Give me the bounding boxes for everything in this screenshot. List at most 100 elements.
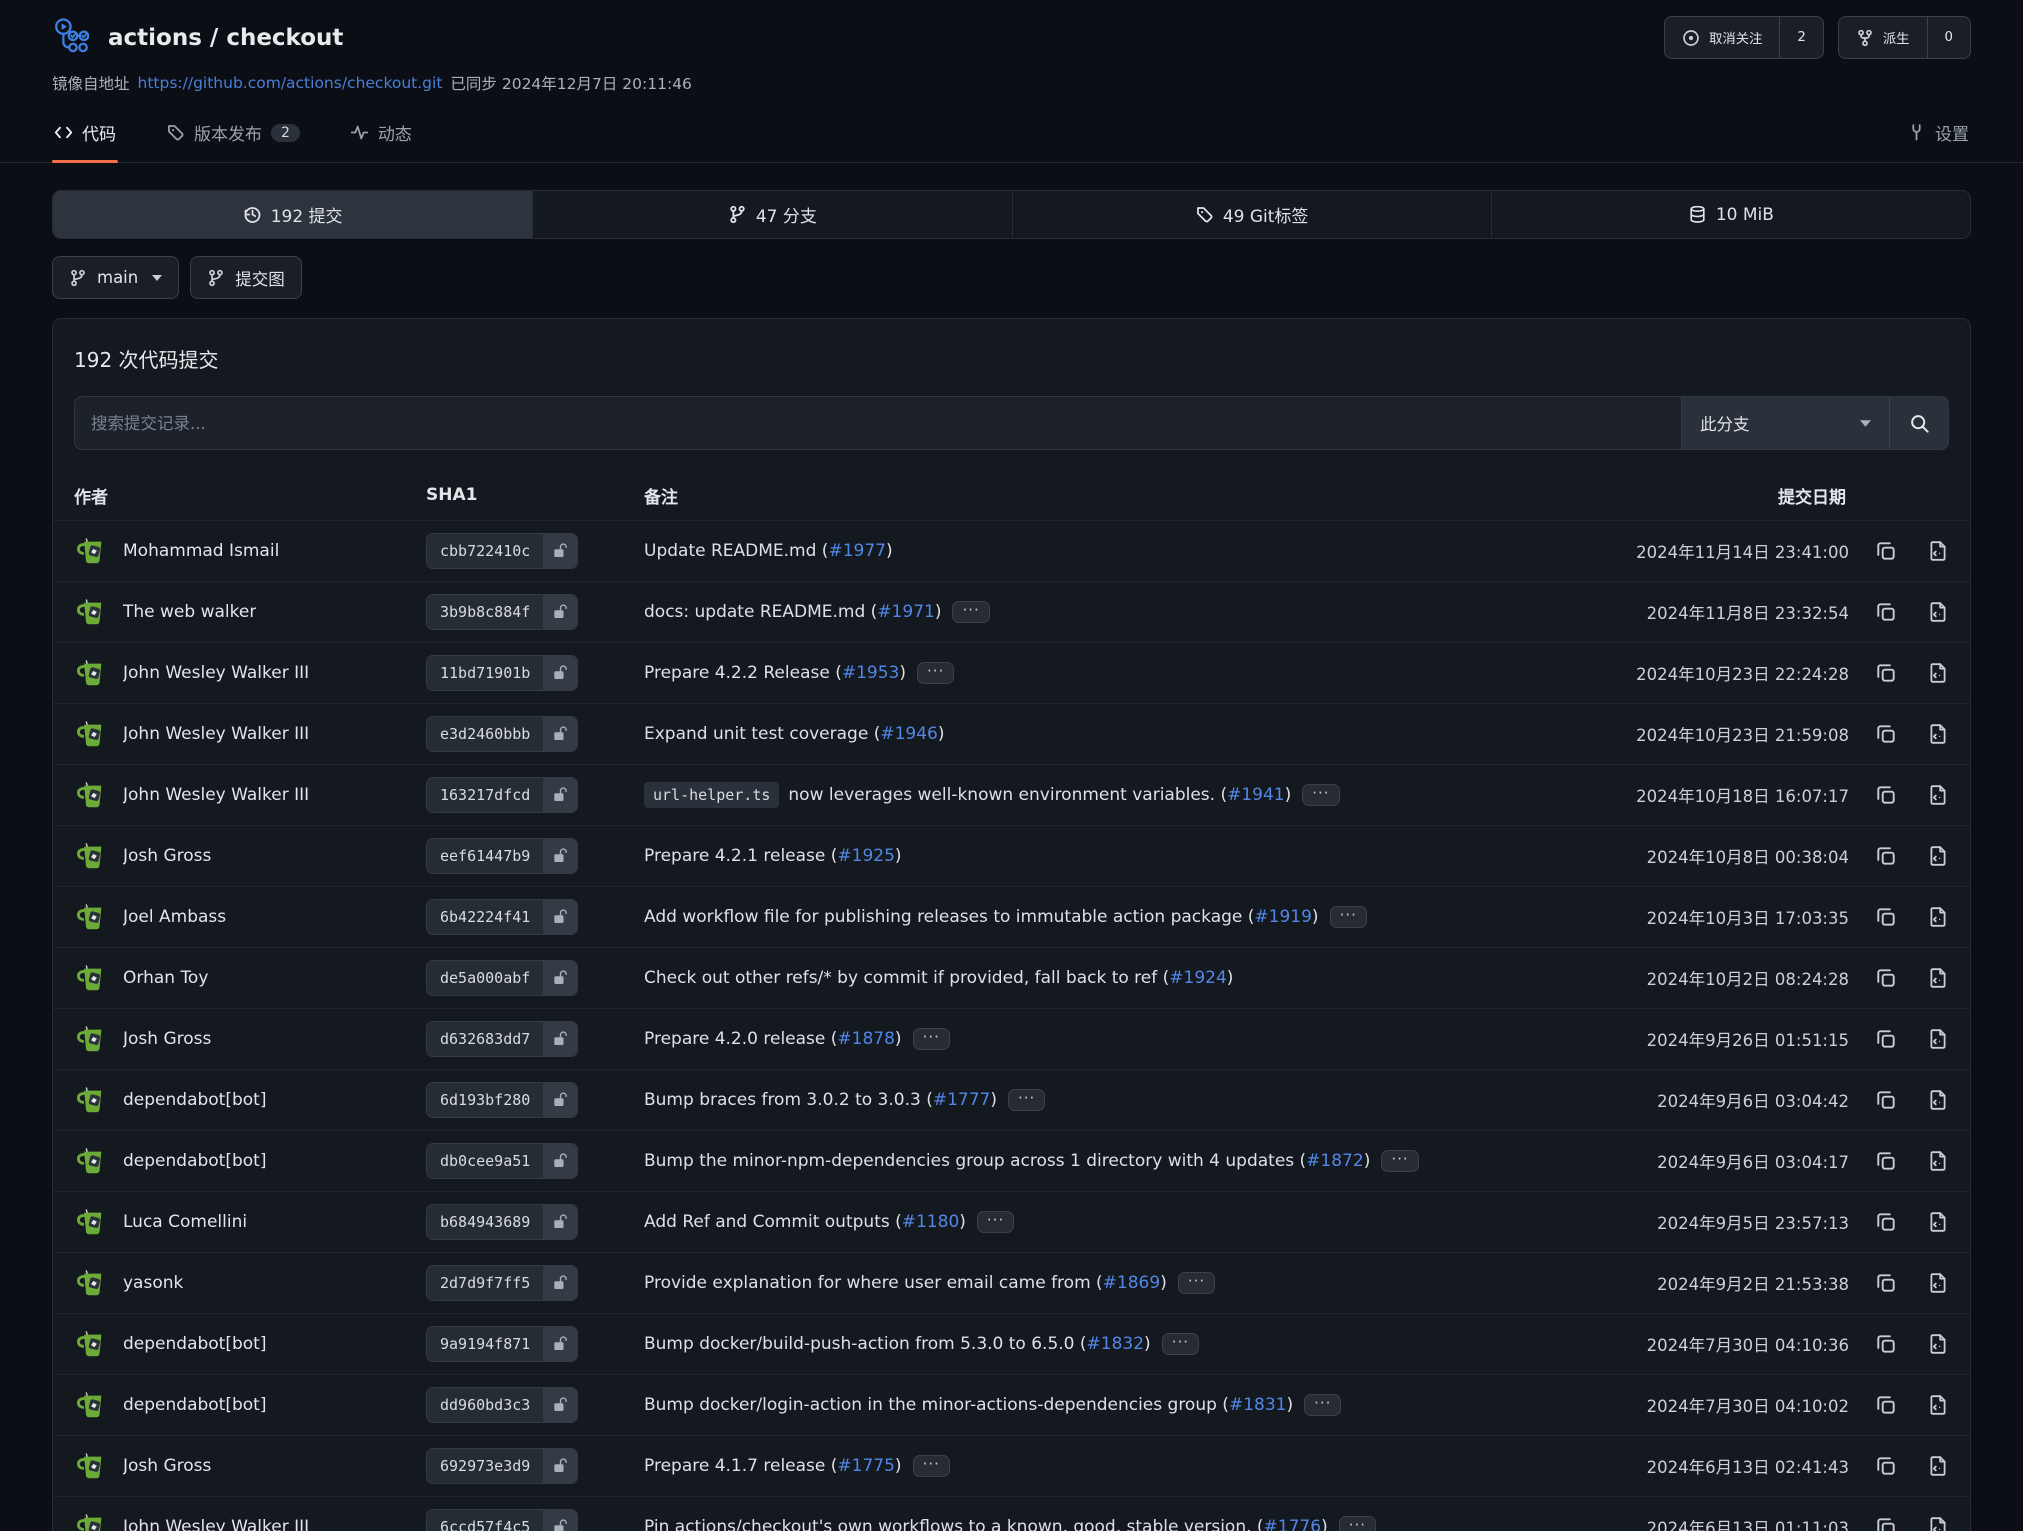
expand-commit-button[interactable]: ···: [1008, 1089, 1045, 1111]
browse-source-button[interactable]: [1927, 967, 1949, 989]
branch-selector[interactable]: main: [52, 256, 179, 299]
stat-size[interactable]: 10 MiB: [1491, 191, 1970, 238]
avatar[interactable]: [74, 533, 110, 569]
commit-sha[interactable]: 9a9194f871: [427, 1327, 543, 1361]
copy-sha-button[interactable]: [1875, 1455, 1897, 1477]
avatar[interactable]: [74, 1143, 110, 1179]
unwatch-button[interactable]: 取消关注: [1665, 17, 1779, 58]
avatar[interactable]: [74, 1509, 110, 1531]
commit-sha-badge[interactable]: cbb722410c: [426, 533, 578, 569]
commit-sha-badge[interactable]: 11bd71901b: [426, 655, 578, 691]
pr-link[interactable]: #1977: [828, 541, 886, 561]
copy-sha-button[interactable]: [1875, 1211, 1897, 1233]
commit-author-name[interactable]: Mohammad Ismail: [123, 541, 279, 561]
search-input[interactable]: [74, 396, 1681, 450]
avatar[interactable]: [74, 1265, 110, 1301]
avatar[interactable]: [74, 1021, 110, 1057]
browse-source-button[interactable]: [1927, 845, 1949, 867]
commit-sha-badge[interactable]: 2d7d9f7ff5: [426, 1265, 578, 1301]
browse-source-button[interactable]: [1927, 1211, 1949, 1233]
mirror-url-link[interactable]: https://github.com/actions/checkout.git: [138, 74, 443, 92]
browse-source-button[interactable]: [1927, 662, 1949, 684]
commit-sha[interactable]: 6ccd57f4c5: [427, 1510, 543, 1531]
browse-source-button[interactable]: [1927, 1455, 1949, 1477]
copy-sha-button[interactable]: [1875, 1333, 1897, 1355]
pr-link[interactable]: #1941: [1227, 785, 1285, 805]
commit-sha-badge[interactable]: d632683dd7: [426, 1021, 578, 1057]
avatar[interactable]: [74, 777, 110, 813]
commit-message[interactable]: Add Ref and Commit outputs (: [644, 1212, 902, 1232]
commit-author-name[interactable]: yasonk: [123, 1273, 183, 1293]
commit-sha-badge[interactable]: 6d193bf280: [426, 1082, 578, 1118]
copy-sha-button[interactable]: [1875, 1028, 1897, 1050]
expand-commit-button[interactable]: ···: [1162, 1333, 1199, 1355]
copy-sha-button[interactable]: [1875, 540, 1897, 562]
branch-filter-dropdown[interactable]: 此分支: [1681, 396, 1889, 450]
expand-commit-button[interactable]: ···: [1381, 1150, 1418, 1172]
expand-commit-button[interactable]: ···: [1339, 1516, 1376, 1531]
browse-source-button[interactable]: [1927, 723, 1949, 745]
copy-sha-button[interactable]: [1875, 1150, 1897, 1172]
commit-message[interactable]: Provide explanation for where user email…: [644, 1273, 1103, 1293]
commit-message[interactable]: Add workflow file for publishing release…: [644, 907, 1254, 927]
pr-link[interactable]: #1946: [880, 724, 938, 744]
pr-link[interactable]: #1971: [877, 602, 935, 622]
commit-message[interactable]: Bump the minor-npm-dependencies group ac…: [644, 1151, 1306, 1171]
commit-author-name[interactable]: dependabot[bot]: [123, 1395, 266, 1415]
commit-sha-badge[interactable]: 6ccd57f4c5: [426, 1509, 578, 1531]
commit-sha[interactable]: 3b9b8c884f: [427, 595, 543, 629]
commit-sha[interactable]: eef61447b9: [427, 839, 543, 873]
commit-sha[interactable]: 6d193bf280: [427, 1083, 543, 1117]
copy-sha-button[interactable]: [1875, 845, 1897, 867]
pr-link[interactable]: #1775: [837, 1456, 895, 1476]
commit-sha[interactable]: b684943689: [427, 1205, 543, 1239]
copy-sha-button[interactable]: [1875, 601, 1897, 623]
pr-link[interactable]: #1925: [837, 846, 895, 866]
commit-author-name[interactable]: John Wesley Walker III: [123, 663, 309, 683]
fork-button[interactable]: 派生: [1839, 17, 1927, 58]
browse-source-button[interactable]: [1927, 1089, 1949, 1111]
commit-sha-badge[interactable]: 163217dfcd: [426, 777, 578, 813]
expand-commit-button[interactable]: ···: [913, 1455, 950, 1477]
commit-author-name[interactable]: John Wesley Walker III: [123, 1517, 309, 1531]
browse-source-button[interactable]: [1927, 1333, 1949, 1355]
expand-commit-button[interactable]: ···: [917, 662, 954, 684]
tab-settings[interactable]: 设置: [1905, 112, 1971, 162]
avatar[interactable]: [74, 1204, 110, 1240]
commit-sha[interactable]: 692973e3d9: [427, 1449, 543, 1483]
tab-code[interactable]: 代码: [52, 112, 118, 162]
pr-link[interactable]: #1832: [1087, 1334, 1145, 1354]
pr-link[interactable]: #1953: [842, 663, 900, 683]
commit-message[interactable]: docs: update README.md (: [644, 602, 877, 622]
commit-sha[interactable]: 6b42224f41: [427, 900, 543, 934]
commit-author-name[interactable]: John Wesley Walker III: [123, 785, 309, 805]
commit-message[interactable]: Expand unit test coverage (: [644, 724, 880, 744]
commit-author-name[interactable]: Orhan Toy: [123, 968, 208, 988]
commit-message[interactable]: Bump docker/build-push-action from 5.3.0…: [644, 1334, 1087, 1354]
commit-message[interactable]: Prepare 4.2.2 Release (: [644, 663, 842, 683]
avatar[interactable]: [74, 1326, 110, 1362]
commit-author-name[interactable]: dependabot[bot]: [123, 1334, 266, 1354]
avatar[interactable]: [74, 838, 110, 874]
commit-sha[interactable]: 163217dfcd: [427, 778, 543, 812]
commit-sha[interactable]: e3d2460bbb: [427, 717, 543, 751]
copy-sha-button[interactable]: [1875, 906, 1897, 928]
expand-commit-button[interactable]: ···: [1302, 784, 1339, 806]
pr-link[interactable]: #1878: [837, 1029, 895, 1049]
commit-message[interactable]: now leverages well-known environment var…: [788, 785, 1227, 805]
commit-author-name[interactable]: Josh Gross: [123, 1456, 211, 1476]
pr-link[interactable]: #1776: [1264, 1517, 1322, 1531]
browse-source-button[interactable]: [1927, 1150, 1949, 1172]
commit-message[interactable]: Bump docker/login-action in the minor-ac…: [644, 1395, 1229, 1415]
expand-commit-button[interactable]: ···: [1178, 1272, 1215, 1294]
avatar[interactable]: [74, 1387, 110, 1423]
avatar[interactable]: [74, 1448, 110, 1484]
commit-sha-badge[interactable]: e3d2460bbb: [426, 716, 578, 752]
commit-author-name[interactable]: Joel Ambass: [123, 907, 226, 927]
watchers-count[interactable]: 2: [1779, 17, 1822, 58]
pr-link[interactable]: #1180: [902, 1212, 960, 1232]
commit-author-name[interactable]: John Wesley Walker III: [123, 724, 309, 744]
commit-message[interactable]: Prepare 4.2.1 release (: [644, 846, 837, 866]
commit-message[interactable]: Bump braces from 3.0.2 to 3.0.3 (: [644, 1090, 933, 1110]
stat-branches[interactable]: 47 分支: [532, 191, 1011, 238]
